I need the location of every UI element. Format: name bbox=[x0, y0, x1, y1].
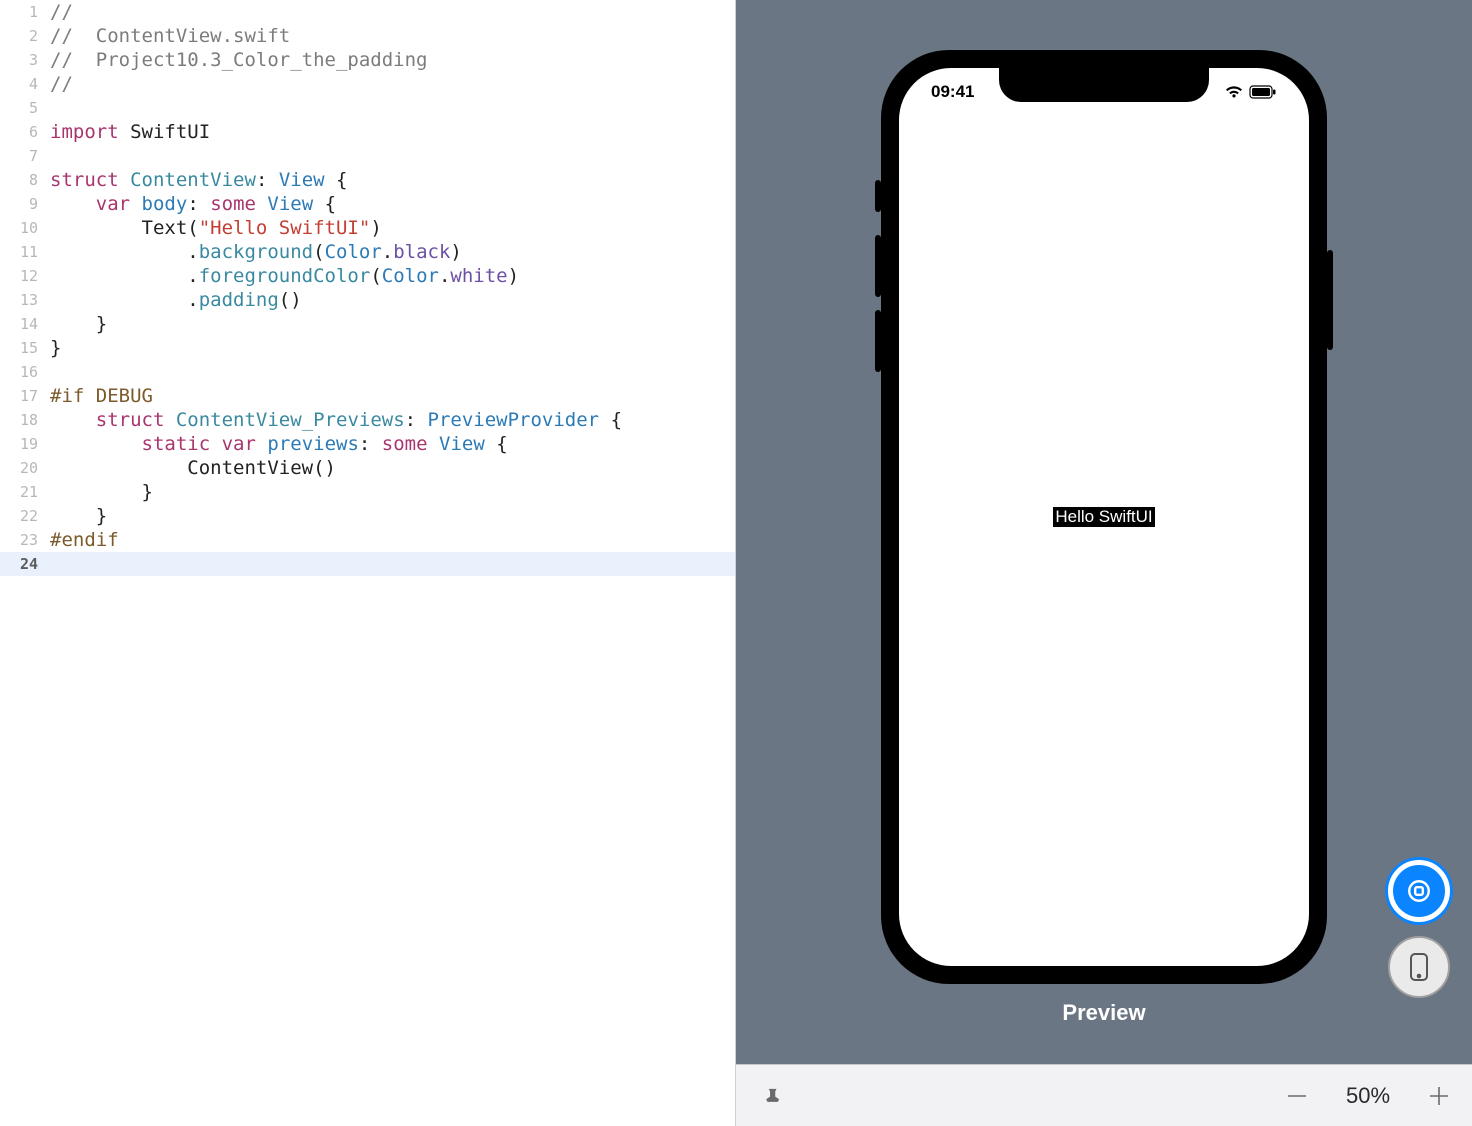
code-content[interactable]: struct ContentView_Previews: PreviewProv… bbox=[50, 408, 622, 432]
code-line[interactable]: 20 ContentView() bbox=[0, 456, 735, 480]
code-line[interactable]: 7 bbox=[0, 144, 735, 168]
line-number: 15 bbox=[0, 336, 50, 360]
code-content[interactable]: .foregroundColor(Color.white) bbox=[50, 264, 519, 288]
code-line[interactable]: 2// ContentView.swift bbox=[0, 24, 735, 48]
code-content[interactable]: } bbox=[50, 504, 107, 528]
code-line[interactable]: 24 bbox=[0, 552, 735, 576]
code-line[interactable]: 8struct ContentView: View { bbox=[0, 168, 735, 192]
line-number: 2 bbox=[0, 24, 50, 48]
line-number: 12 bbox=[0, 264, 50, 288]
code-line[interactable]: 15} bbox=[0, 336, 735, 360]
code-content[interactable]: ContentView() bbox=[50, 456, 336, 480]
iphone-mockup: 09:41 Hello SwiftUI bbox=[881, 50, 1327, 984]
code-content[interactable]: // bbox=[50, 72, 73, 96]
line-number: 9 bbox=[0, 192, 50, 216]
pin-preview-button[interactable] bbox=[754, 1078, 790, 1114]
phone-mute-switch bbox=[875, 180, 881, 212]
code-line[interactable]: 16 bbox=[0, 360, 735, 384]
code-line[interactable]: 14 } bbox=[0, 312, 735, 336]
preview-title: Preview bbox=[1062, 1000, 1145, 1026]
line-number: 11 bbox=[0, 240, 50, 264]
line-number: 14 bbox=[0, 312, 50, 336]
code-content[interactable]: Text("Hello SwiftUI") bbox=[50, 216, 382, 240]
code-content[interactable]: .background(Color.black) bbox=[50, 240, 462, 264]
line-number: 5 bbox=[0, 96, 50, 120]
code-content[interactable]: } bbox=[50, 480, 153, 504]
line-number: 10 bbox=[0, 216, 50, 240]
code-content[interactable]: static var previews: some View { bbox=[50, 432, 508, 456]
code-content[interactable]: #if DEBUG bbox=[50, 384, 153, 408]
code-line[interactable]: 23#endif bbox=[0, 528, 735, 552]
code-content[interactable]: } bbox=[50, 312, 107, 336]
line-number: 22 bbox=[0, 504, 50, 528]
line-number: 24 bbox=[0, 552, 50, 576]
screen-content: Hello SwiftUI bbox=[899, 68, 1309, 966]
line-number: 4 bbox=[0, 72, 50, 96]
line-number: 20 bbox=[0, 456, 50, 480]
line-number: 3 bbox=[0, 48, 50, 72]
code-line[interactable]: 12 .foregroundColor(Color.white) bbox=[0, 264, 735, 288]
phone-power-button bbox=[1327, 250, 1333, 350]
live-preview-button[interactable] bbox=[1388, 860, 1450, 922]
code-line[interactable]: 5 bbox=[0, 96, 735, 120]
code-line[interactable]: 17#if DEBUG bbox=[0, 384, 735, 408]
line-number: 7 bbox=[0, 144, 50, 168]
code-content[interactable]: var body: some View { bbox=[50, 192, 336, 216]
code-line[interactable]: 1// bbox=[0, 0, 735, 24]
code-content[interactable]: // ContentView.swift bbox=[50, 24, 290, 48]
device-settings-button[interactable] bbox=[1388, 936, 1450, 998]
code-content[interactable]: import SwiftUI bbox=[50, 120, 210, 144]
code-content[interactable]: // bbox=[50, 0, 73, 24]
line-number: 23 bbox=[0, 528, 50, 552]
code-content[interactable]: #endif bbox=[50, 528, 119, 552]
preview-bottom-toolbar: 50% bbox=[736, 1064, 1472, 1126]
line-number: 6 bbox=[0, 120, 50, 144]
code-content[interactable]: } bbox=[50, 336, 61, 360]
code-line[interactable]: 11 .background(Color.black) bbox=[0, 240, 735, 264]
code-content[interactable]: .padding() bbox=[50, 288, 302, 312]
code-line[interactable]: 19 static var previews: some View { bbox=[0, 432, 735, 456]
line-number: 1 bbox=[0, 0, 50, 24]
zoom-in-button[interactable] bbox=[1424, 1081, 1454, 1111]
code-line[interactable]: 6import SwiftUI bbox=[0, 120, 735, 144]
canvas-area[interactable]: 09:41 Hello SwiftUI Preview bbox=[736, 0, 1472, 1064]
line-number: 8 bbox=[0, 168, 50, 192]
line-number: 18 bbox=[0, 408, 50, 432]
code-line[interactable]: 22 } bbox=[0, 504, 735, 528]
preview-pane: 09:41 Hello SwiftUI Preview bbox=[736, 0, 1472, 1126]
code-line[interactable]: 10 Text("Hello SwiftUI") bbox=[0, 216, 735, 240]
code-editor-pane[interactable]: 1//2// ContentView.swift3// Project10.3_… bbox=[0, 0, 736, 1126]
code-line[interactable]: 13 .padding() bbox=[0, 288, 735, 312]
zoom-level-label[interactable]: 50% bbox=[1338, 1083, 1398, 1109]
zoom-out-button[interactable] bbox=[1282, 1081, 1312, 1111]
code-content[interactable]: // Project10.3_Color_the_padding bbox=[50, 48, 428, 72]
zoom-controls: 50% bbox=[1282, 1081, 1454, 1111]
code-area[interactable]: 1//2// ContentView.swift3// Project10.3_… bbox=[0, 0, 735, 576]
code-line[interactable]: 9 var body: some View { bbox=[0, 192, 735, 216]
line-number: 21 bbox=[0, 480, 50, 504]
phone-volume-up bbox=[875, 235, 881, 297]
line-number: 19 bbox=[0, 432, 50, 456]
code-line[interactable]: 4// bbox=[0, 72, 735, 96]
phone-volume-down bbox=[875, 310, 881, 372]
code-line[interactable]: 21 } bbox=[0, 480, 735, 504]
phone-screen: 09:41 Hello SwiftUI bbox=[899, 68, 1309, 966]
hello-swiftui-label: Hello SwiftUI bbox=[1053, 507, 1154, 527]
line-number: 17 bbox=[0, 384, 50, 408]
line-number: 13 bbox=[0, 288, 50, 312]
code-line[interactable]: 3// Project10.3_Color_the_padding bbox=[0, 48, 735, 72]
code-line[interactable]: 18 struct ContentView_Previews: PreviewP… bbox=[0, 408, 735, 432]
code-content[interactable]: struct ContentView: View { bbox=[50, 168, 347, 192]
line-number: 16 bbox=[0, 360, 50, 384]
